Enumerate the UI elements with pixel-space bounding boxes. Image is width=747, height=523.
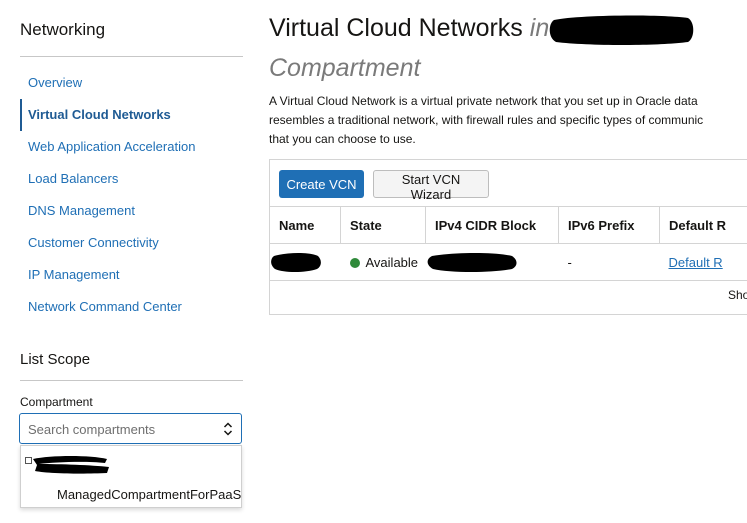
page-title-compartment: Compartment [269, 54, 421, 82]
description-line: A Virtual Cloud Network is a virtual pri… [269, 94, 698, 108]
compartment-label: Compartment [20, 395, 93, 409]
page-title-in: in [529, 14, 550, 42]
vcn-list-card: Create VCN Start VCN Wizard Name State I… [269, 159, 747, 315]
sidebar-title: Networking [20, 20, 106, 39]
sidebar-item-overview[interactable]: Overview [20, 67, 243, 99]
start-vcn-wizard-button[interactable]: Start VCN Wizard [373, 170, 489, 202]
oci-console-page: Networking Overview Virtual Cloud Networ… [0, 0, 747, 523]
list-scope-divider [20, 380, 243, 381]
status-text: Available [365, 254, 419, 270]
pagination-summary: Showing 1 Ite [728, 288, 747, 302]
table-header-row: Name State IPv4 CIDR Block IPv6 Prefix D… [270, 206, 747, 244]
sidebar-item-network-command-center[interactable]: Network Command Center [20, 291, 243, 323]
sidebar-nav: Overview Virtual Cloud Networks Web Appl… [20, 67, 243, 323]
redacted-compartment-name [549, 15, 694, 45]
redacted-ipv4-cidr [427, 253, 516, 272]
page-description: A Virtual Cloud Network is a virtual pri… [269, 92, 747, 149]
page-title: Virtual Cloud Networks in [269, 14, 549, 43]
cell-state: Available [340, 243, 426, 281]
page-title-text: Virtual Cloud Networks [269, 14, 523, 42]
redacted-root-compartment [33, 456, 109, 474]
sidebar-item-customer-connectivity[interactable]: Customer Connectivity [20, 227, 243, 259]
cell-ipv6: - [558, 243, 660, 281]
list-scope-title: List Scope [20, 351, 91, 368]
sidebar-divider [20, 56, 243, 57]
column-header-default-route[interactable]: Default R [659, 206, 747, 244]
sidebar-item-ip-management[interactable]: IP Management [20, 259, 243, 291]
column-header-state[interactable]: State [340, 206, 426, 244]
cell-default-route: Default R [659, 243, 747, 281]
column-header-ipv4-cidr-block[interactable]: IPv4 CIDR Block [425, 206, 559, 244]
status-available-icon [349, 257, 360, 268]
create-vcn-button[interactable]: Create VCN [279, 170, 364, 198]
vcn-table: Name State IPv4 CIDR Block IPv6 Prefix D… [270, 206, 747, 281]
compartment-search-input[interactable] [28, 420, 208, 438]
cell-ipv4 [425, 243, 559, 281]
redacted-vcn-name[interactable] [270, 251, 322, 273]
default-route-link[interactable]: Default R [669, 255, 723, 270]
cell-name[interactable] [270, 243, 341, 281]
sidebar-item-load-balancers[interactable]: Load Balancers [20, 163, 243, 195]
column-header-name[interactable]: Name [270, 206, 341, 244]
description-line: resembles a traditional network, with fi… [269, 113, 704, 127]
compartment-dropdown: ManagedCompartmentForPaaS [20, 445, 242, 508]
sidebar-item-dns-management[interactable]: DNS Management [20, 195, 243, 227]
sidebar-item-web-application-acceleration[interactable]: Web Application Acceleration [20, 131, 243, 163]
table-row: Available - Default R [270, 243, 747, 281]
chevron-updown-icon[interactable] [223, 422, 233, 436]
main-content: Virtual Cloud Networks in Compartment A … [269, 0, 747, 523]
compartment-select[interactable] [19, 413, 242, 444]
sidebar: Networking Overview Virtual Cloud Networ… [0, 0, 258, 523]
column-header-ipv6-prefix[interactable]: IPv6 Prefix [558, 206, 660, 244]
sidebar-item-virtual-cloud-networks[interactable]: Virtual Cloud Networks [20, 99, 243, 131]
description-line: that you can choose to use. [269, 132, 416, 146]
dropdown-item-managedcompartmentforpaas[interactable]: ManagedCompartmentForPaaS [57, 487, 241, 502]
